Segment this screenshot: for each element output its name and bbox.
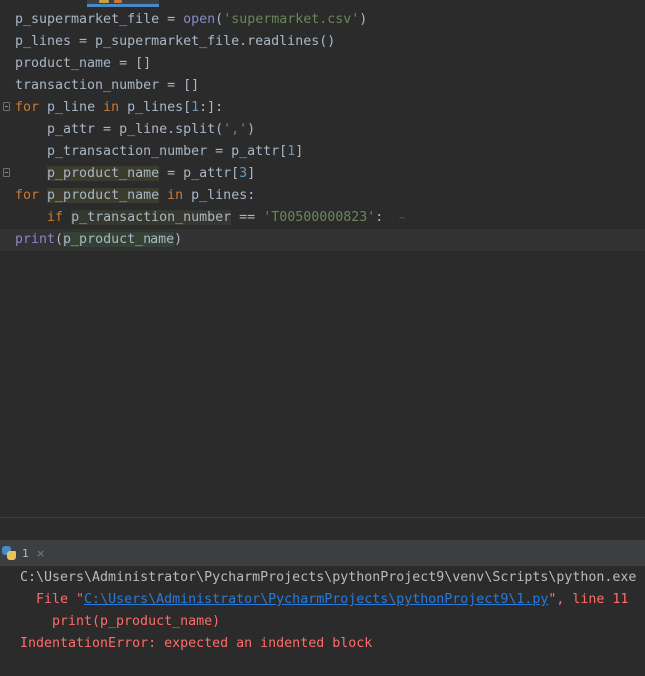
editor-gutter — [0, 0, 12, 517]
code-line-9: for p_product_name in p_lines: — [15, 188, 256, 203]
code-line-7: p_transaction_number = p_attr[1] — [15, 144, 304, 159]
run-tab-label: 1 — [22, 546, 29, 560]
code-line-3: product_name = [] — [15, 56, 152, 71]
traceback-file-link[interactable]: C:\Users\Administrator\PycharmProjects\p… — [84, 592, 548, 607]
run-console[interactable]: C:\Users\Administrator\PycharmProjects\p… — [0, 566, 645, 676]
run-tab[interactable]: 1 × — [0, 540, 45, 566]
close-icon[interactable]: × — [36, 547, 45, 560]
error-squiggle-icon: ~ — [399, 213, 406, 224]
fold-close-icon[interactable] — [3, 168, 10, 177]
file-extension-marker — [114, 0, 122, 3]
run-panel-header: 1 × — [0, 540, 645, 566]
code-line-2: p_lines = p_supermarket_file.readlines() — [15, 34, 336, 49]
code-line-8: p_product_name = p_attr[3] — [47, 166, 256, 181]
ide-window: p_supermarket_file = open('supermarket.c… — [0, 0, 645, 676]
python-file-icon — [99, 0, 109, 3]
code-line-11-current: print(p_product_name) — [0, 229, 645, 251]
fold-open-icon[interactable] — [3, 102, 10, 111]
python-icon — [2, 546, 16, 560]
console-interpreter-path: C:\Users\Administrator\PycharmProjects\p… — [20, 570, 637, 585]
code-editor[interactable]: p_supermarket_file = open('supermarket.c… — [0, 0, 645, 517]
code-line-6: p_attr = p_line.split(',') — [15, 122, 256, 137]
console-error-message: IndentationError: expected an indented b… — [20, 636, 373, 651]
editor-tab-active[interactable] — [87, 0, 159, 7]
active-tab-underline — [87, 4, 159, 7]
code-line-5: for p_line in p_lines[1:]: — [15, 100, 224, 115]
panel-splitter[interactable] — [0, 517, 645, 540]
code-line-10: if p_transaction_number == 'T00500000823… — [47, 210, 406, 225]
console-traceback-file: File "C:\Users\Administrator\PycharmProj… — [36, 592, 629, 607]
code-line-4: transaction_number = [] — [15, 78, 200, 93]
console-traceback-code: print(p_product_name) — [52, 614, 221, 629]
code-area[interactable]: p_supermarket_file = open('supermarket.c… — [0, 9, 645, 251]
code-line-1: p_supermarket_file = open('supermarket.c… — [15, 12, 368, 27]
